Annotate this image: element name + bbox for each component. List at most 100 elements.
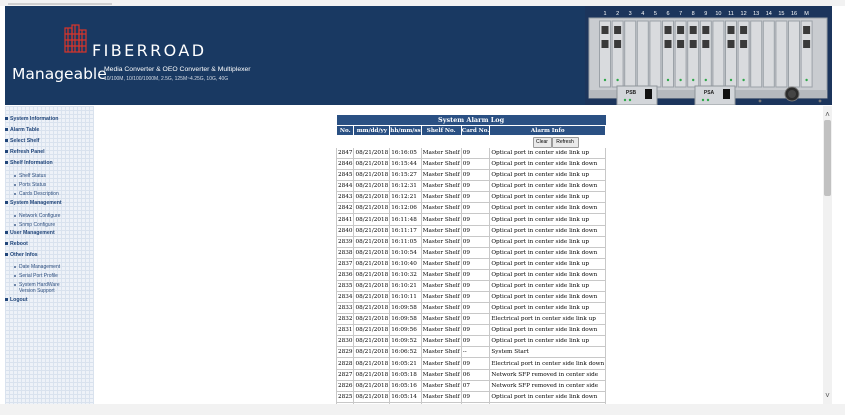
port-icon (689, 26, 697, 34)
table-cell: 16:05:14 (389, 391, 422, 403)
table-cell: 09 (461, 180, 491, 193)
table-cell: 16:12:21 (389, 191, 422, 204)
sidebar-item-select-shelf[interactable]: Select Shelf (5, 138, 39, 144)
submenu-dot-icon (14, 274, 16, 277)
status-led-icon (666, 78, 670, 82)
table-cell: 08/21/2018 (353, 180, 391, 193)
sidebar-item-label: System Information (10, 116, 59, 122)
table-row: 2839 08/21/2018 16:11:05 Master Shelf 09 Opti… (335, 236, 607, 248)
table-cell: 16:11:17 (389, 225, 422, 237)
table-cell: 2828 (335, 357, 355, 370)
slot-number-label: 2 (616, 11, 619, 17)
sidebar-item-logout[interactable]: Logout (5, 297, 28, 303)
content-frame: System Alarm Log No. mm/dd/yy hh/mm/ss S… (94, 106, 823, 404)
sidebar-subitem-version-support[interactable]: Version Support (19, 288, 55, 294)
table-cell: 16:10:11 (389, 291, 422, 304)
sidebar-item-system-information[interactable]: System Information (5, 116, 58, 122)
table-cell: Optical port in center side link down (489, 225, 607, 237)
submenu-dot-icon (14, 183, 16, 186)
table-cell: Master Shelf (421, 236, 462, 248)
table-cell: 08/21/2018 (353, 335, 391, 348)
table-cell: 16:06:52 (389, 346, 422, 359)
table-cell: 08/21/2018 (353, 213, 391, 226)
alarm-log-panel: System Alarm Log No. mm/dd/yy hh/mm/ss S… (335, 115, 607, 404)
port-icon (727, 26, 735, 34)
product-speeds: 10/100M, 10/100/1000M, 2.5G, 125M~4.25G,… (104, 76, 229, 82)
chassis-slot[interactable] (750, 20, 763, 88)
sidebar-item-other-infos[interactable]: Other Infos (5, 252, 38, 258)
alarm-log-rows: 2847 08/21/2018 16:16:05 Master Shelf 09 Opti… (335, 148, 607, 404)
sidebar-item-label: User Management (10, 230, 55, 236)
table-row: 2834 08/21/2018 16:10:11 Master Shelf 09 Opti… (335, 291, 607, 304)
table-cell: 09 (461, 148, 491, 160)
sidebar-item-shelf-information[interactable]: Shelf Information (5, 160, 53, 166)
table-cell: 09 (461, 225, 491, 237)
tab-indicator (8, 3, 112, 5)
table-row: 2847 08/21/2018 16:16:05 Master Shelf 09 Opti… (335, 148, 607, 160)
table-cell: 09 (461, 258, 491, 270)
sidebar-item-user-management[interactable]: User Management (5, 230, 55, 236)
status-led-icon (742, 78, 745, 82)
table-cell: 2841 (335, 213, 355, 226)
menu-bullet-icon (5, 231, 8, 235)
table-cell: 09 (461, 335, 491, 348)
table-cell: 16:15:27 (389, 169, 422, 182)
refresh-button[interactable]: Refresh (551, 137, 579, 148)
scroll-up-arrow-icon[interactable]: ˄ (823, 110, 832, 119)
sidebar-item-system-management[interactable]: System Management (5, 200, 62, 206)
slot-number-label: 7 (679, 11, 682, 17)
column-header-no: No. (335, 125, 355, 136)
chassis-slot[interactable] (775, 20, 788, 88)
chassis-slot[interactable] (712, 20, 725, 88)
sidebar-item-alarm-table[interactable]: Alarm Table (5, 127, 39, 133)
sidebar-subitem-shelf-status[interactable]: Shelf Status (14, 173, 46, 179)
table-cell: Master Shelf (421, 380, 462, 392)
sidebar-subitem-snmp-configure[interactable]: Snmp Configure (14, 222, 55, 228)
table-cell: Master Shelf (421, 391, 462, 403)
scroll-down-arrow-icon[interactable]: ˅ (823, 391, 832, 400)
clear-button[interactable]: Clear (532, 137, 552, 148)
table-cell: 16:10:40 (389, 258, 422, 270)
slot-number-label: 3 (629, 11, 632, 17)
sidebar-subitem-serial-port-profile[interactable]: Serial Port Profile (14, 273, 58, 279)
slot-number-label: 14 (766, 11, 772, 17)
table-cell: Optical port in center side link up (489, 280, 607, 293)
chassis-slot[interactable] (762, 20, 775, 88)
table-cell: 08/21/2018 (353, 280, 391, 293)
table-cell: Optical port in center side link down (489, 158, 607, 171)
menu-bullet-icon (5, 253, 8, 257)
sidebar-subitem-network-configure[interactable]: Network Configure (14, 213, 60, 219)
status-led-icon (692, 78, 695, 82)
vertical-scrollbar[interactable]: ˄ ˅ (823, 106, 832, 404)
table-cell: 08/21/2018 (353, 369, 391, 381)
sidebar-subitem-date-management[interactable]: Date Management (14, 264, 60, 270)
sidebar-item-refresh-panel[interactable]: Refresh Panel (5, 149, 45, 155)
table-cell: Optical port in center side link down (489, 180, 607, 193)
chassis-slot[interactable] (624, 20, 637, 88)
sidebar-subitem-cards-description[interactable]: Cards Description (14, 191, 59, 197)
table-cell: 2836 (335, 269, 355, 281)
sidebar-subitem-ports-status[interactable]: Ports Status (14, 182, 46, 188)
scroll-thumb[interactable] (824, 120, 831, 196)
table-cell: 09 (461, 169, 491, 182)
sidebar-item-reboot[interactable]: Reboot (5, 241, 28, 247)
table-cell: 16:05:18 (389, 369, 422, 381)
table-cell: 08/21/2018 (353, 247, 391, 259)
table-cell: Master Shelf (421, 225, 462, 237)
table-cell: 09 (461, 247, 491, 259)
table-cell: 09 (461, 191, 491, 204)
table-cell: 2839 (335, 236, 355, 248)
table-cell: 16:16:05 (389, 148, 422, 160)
chassis-slot[interactable] (649, 20, 662, 88)
port-icon (677, 40, 685, 48)
chassis-slot[interactable] (788, 20, 800, 88)
table-cell: 2835 (335, 280, 355, 293)
submenu-dot-icon (14, 265, 16, 268)
submenu-dot-icon (14, 174, 16, 177)
table-cell: 16:11:48 (389, 213, 422, 226)
chassis-slot[interactable] (636, 20, 649, 88)
column-header-time: hh/mm/ss (389, 125, 422, 136)
table-cell: Optical port in center side link down (489, 269, 607, 281)
sidebar-subitem-label: Shelf Status (19, 173, 46, 179)
table-cell: Master Shelf (421, 213, 462, 226)
